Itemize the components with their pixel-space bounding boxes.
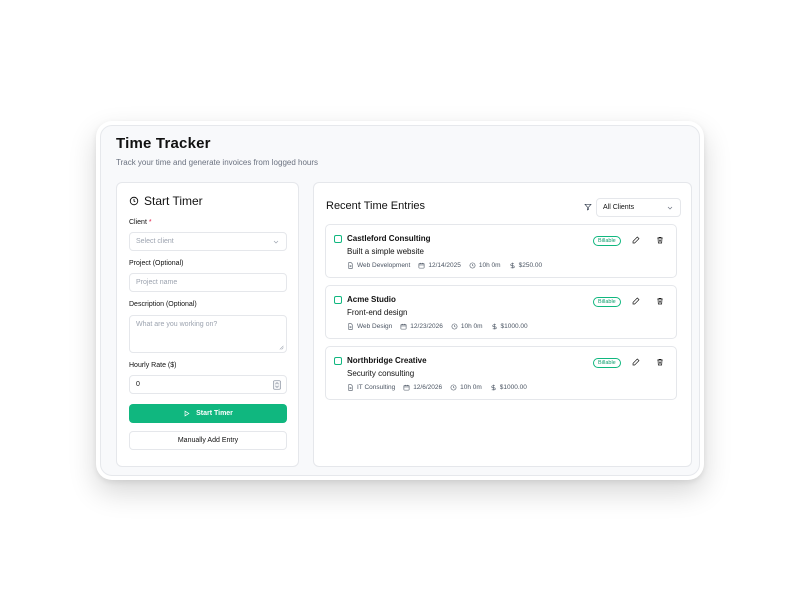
- entry-duration: 10h 0m: [469, 262, 501, 269]
- start-timer-button[interactable]: Start Timer: [129, 404, 287, 423]
- chevron-down-icon: [667, 206, 673, 210]
- chevron-down-icon: [273, 240, 279, 244]
- entry-category: Web Design: [347, 323, 392, 330]
- entry-duration: 10h 0m: [451, 323, 483, 330]
- calendar-icon: [418, 262, 425, 269]
- client-filter-select[interactable]: All Clients: [596, 198, 681, 217]
- timer-header: Start Timer: [129, 194, 203, 208]
- trash-icon[interactable]: [656, 236, 664, 244]
- entry-client: Castleford Consulting: [347, 234, 431, 243]
- clock-icon: [450, 384, 457, 391]
- recent-entries-card: Recent Time Entries All Clients Castlefo…: [313, 182, 692, 467]
- hourly-rate-input[interactable]: 0: [129, 375, 287, 394]
- entry-amount: $250.00: [509, 262, 543, 269]
- clock-icon: [129, 196, 139, 206]
- dollar-icon: [491, 323, 497, 330]
- billable-badge: Billable: [593, 358, 621, 368]
- time-entry: Castleford Consulting Built a simple web…: [325, 224, 677, 278]
- entry-client: Acme Studio: [347, 295, 396, 304]
- entry-amount-text: $250.00: [518, 262, 543, 269]
- app-screen: Time Tracker Track your time and generat…: [100, 125, 700, 476]
- page-title: Time Tracker: [116, 135, 211, 152]
- description-textarea[interactable]: What are you working on?: [129, 315, 287, 353]
- entry-date: 12/23/2026: [400, 323, 443, 330]
- document-icon: [348, 262, 353, 269]
- pencil-icon[interactable]: [632, 236, 640, 244]
- entry-meta: IT Consulting 12/6/2026 10h 0m $1000.00: [347, 384, 527, 391]
- entry-amount-text: $1000.00: [499, 384, 527, 391]
- client-select[interactable]: Select client: [129, 232, 287, 251]
- filter-icon: [584, 204, 592, 211]
- entry-date-text: 12/23/2026: [410, 323, 443, 330]
- entry-description: Security consulting: [347, 369, 415, 378]
- clock-icon: [469, 262, 476, 269]
- entry-meta: Web Development 12/14/2025 10h 0m $250.0…: [347, 262, 542, 269]
- device-frame: Time Tracker Track your time and generat…: [96, 121, 704, 480]
- billable-badge: Billable: [593, 297, 621, 307]
- entry-category-text: Web Design: [357, 323, 393, 330]
- entry-client: Northbridge Creative: [347, 356, 427, 365]
- pencil-icon[interactable]: [632, 297, 640, 305]
- trash-icon[interactable]: [656, 297, 664, 305]
- entry-duration-text: 10h 0m: [460, 384, 482, 391]
- entry-category: IT Consulting: [347, 384, 395, 391]
- entry-checkbox[interactable]: [334, 296, 342, 304]
- entry-date: 12/6/2026: [403, 384, 442, 391]
- required-mark: *: [148, 219, 152, 226]
- entry-category: Web Development: [347, 262, 410, 269]
- entry-meta: Web Design 12/23/2026 10h 0m $1000.00: [347, 323, 528, 330]
- time-entry: Acme Studio Front-end design Web Design …: [325, 285, 677, 339]
- project-label: Project (Optional): [129, 260, 184, 267]
- entry-duration: 10h 0m: [450, 384, 482, 391]
- client-label: Client *: [129, 219, 152, 226]
- project-input-placeholder: Project name: [136, 279, 178, 286]
- page-subtitle: Track your time and generate invoices fr…: [116, 158, 319, 167]
- entry-date: 12/14/2025: [418, 262, 461, 269]
- start-timer-card: Start Timer Client * Select client Proje…: [116, 182, 299, 467]
- entry-duration-text: 10h 0m: [478, 262, 501, 269]
- client-filter-value: All Clients: [603, 204, 635, 211]
- play-icon: [184, 410, 190, 417]
- entry-duration-text: 10h 0m: [460, 323, 483, 330]
- calendar-icon: [400, 323, 407, 330]
- hourly-rate-value: 0: [136, 381, 140, 388]
- description-placeholder: What are you working on?: [136, 321, 218, 328]
- entry-category-text: Web Development: [357, 262, 411, 269]
- trash-icon[interactable]: [656, 358, 664, 366]
- entry-date-text: 12/14/2025: [428, 262, 461, 269]
- entry-description: Built a simple website: [347, 247, 424, 256]
- resize-handle-icon[interactable]: [278, 344, 284, 350]
- client-label-text: Client: [129, 219, 147, 226]
- document-icon: [348, 323, 353, 330]
- clock-icon: [451, 323, 458, 330]
- document-icon: [348, 384, 353, 391]
- entry-checkbox[interactable]: [334, 357, 342, 365]
- entry-category-text: IT Consulting: [357, 384, 396, 391]
- entries-title: Recent Time Entries: [326, 200, 426, 212]
- project-input[interactable]: Project name: [129, 273, 287, 292]
- timer-title: Start Timer: [144, 194, 203, 208]
- manual-add-entry-button[interactable]: Manually Add Entry: [129, 431, 287, 450]
- entry-checkbox[interactable]: [334, 235, 342, 243]
- entry-amount: $1000.00: [490, 384, 527, 391]
- hourly-rate-label: Hourly Rate ($): [129, 362, 177, 369]
- manual-add-entry-label: Manually Add Entry: [177, 437, 239, 444]
- entry-amount-text: $1000.00: [500, 323, 528, 330]
- time-entry: Northbridge Creative Security consulting…: [325, 346, 677, 400]
- billable-badge: Billable: [593, 236, 621, 246]
- start-timer-button-label: Start Timer: [196, 410, 233, 417]
- entry-description: Front-end design: [347, 308, 408, 317]
- client-select-placeholder: Select client: [136, 238, 174, 245]
- description-label: Description (Optional): [129, 301, 197, 308]
- entry-amount: $1000.00: [491, 323, 528, 330]
- number-stepper-icon[interactable]: [273, 380, 281, 390]
- dollar-icon: [491, 384, 496, 391]
- dollar-icon: [510, 262, 515, 269]
- calendar-icon: [403, 384, 410, 391]
- entry-date-text: 12/6/2026: [413, 384, 443, 391]
- pencil-icon[interactable]: [632, 358, 640, 366]
